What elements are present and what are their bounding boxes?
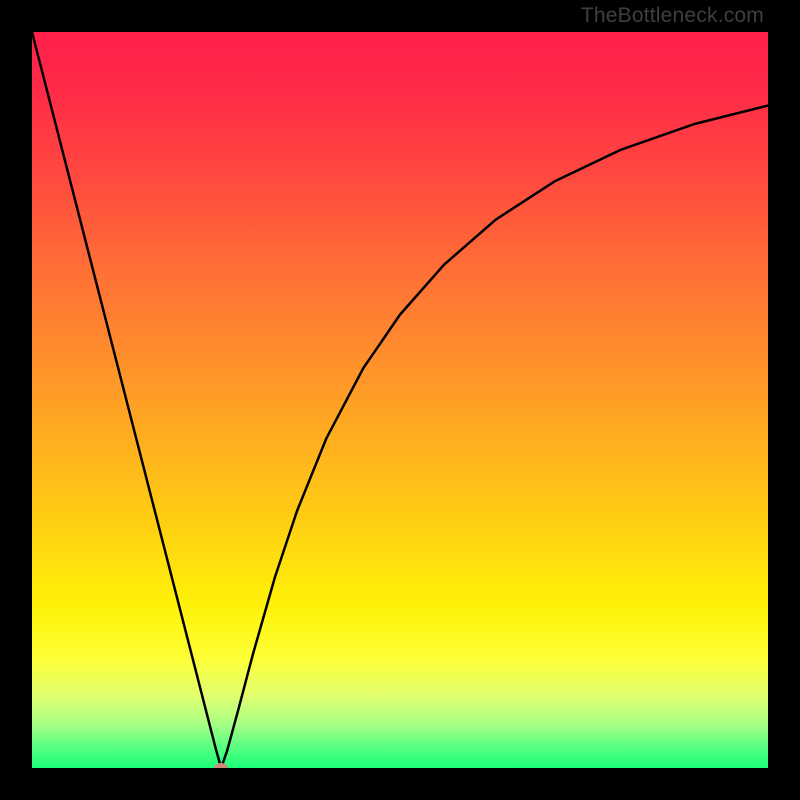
chart-frame: TheBottleneck.com [0, 0, 800, 800]
watermark-text: TheBottleneck.com [581, 4, 764, 28]
plot-area [32, 32, 768, 768]
minimum-marker [214, 763, 228, 768]
bottleneck-curve [32, 32, 768, 768]
